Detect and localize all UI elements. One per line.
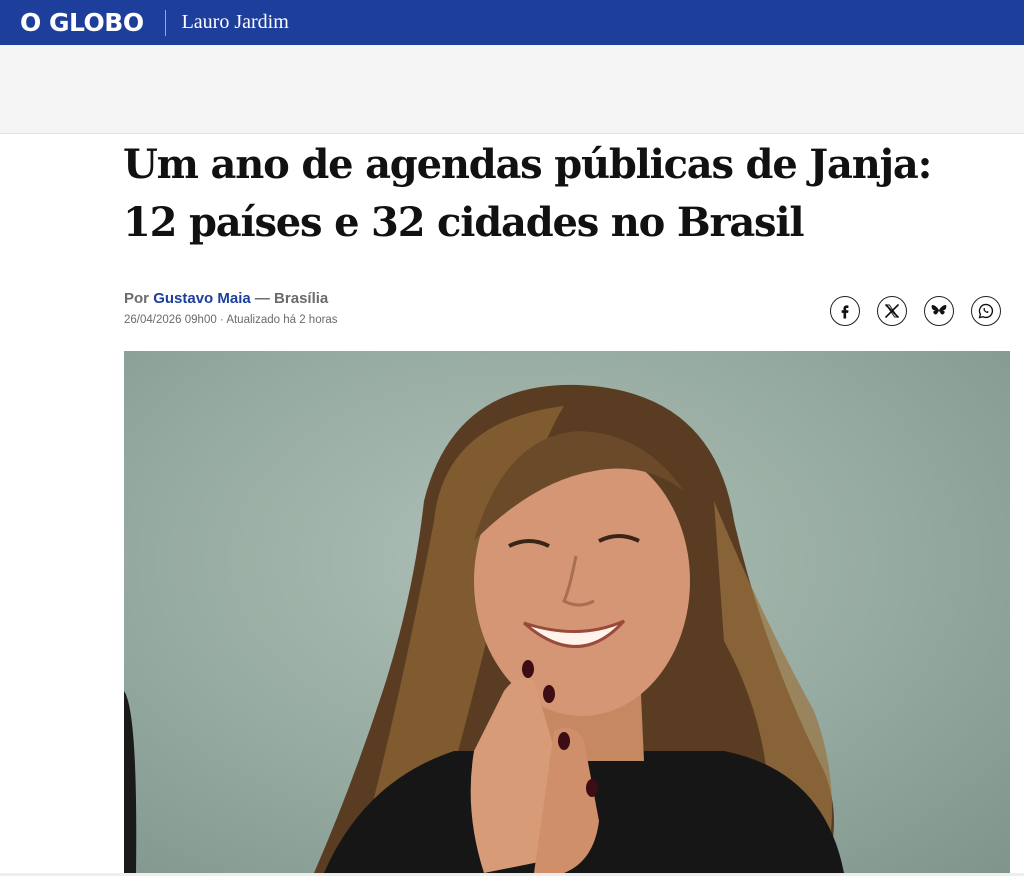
- top-nav-bar: O GLOBO Lauro Jardim: [0, 0, 1024, 45]
- hero-photo-illustration: [124, 384, 844, 873]
- article-byline: Por Gustavo Maia — Brasília: [124, 290, 328, 307]
- share-bluesky-button[interactable]: [924, 296, 954, 326]
- section-link-lauro-jardim[interactable]: Lauro Jardim: [182, 11, 289, 34]
- author-link[interactable]: Gustavo Maia: [153, 290, 251, 307]
- site-logo[interactable]: O GLOBO: [20, 8, 144, 37]
- article-headline: Um ano de agendas públicas de Janja: 12 …: [123, 141, 932, 246]
- share-whatsapp-button[interactable]: [971, 296, 1001, 326]
- bluesky-icon: [931, 305, 947, 315]
- byline-prefix: Por: [124, 290, 150, 307]
- share-x-button[interactable]: [877, 296, 907, 326]
- x-icon: [885, 304, 899, 318]
- article-dateline: 26/04/2026 09h00 · Atualizado há 2 horas: [124, 314, 338, 326]
- share-facebook-button[interactable]: [830, 296, 860, 326]
- facebook-icon: [841, 305, 849, 319]
- nav-divider: [164, 9, 166, 36]
- ad-banner-slot: [0, 45, 1024, 134]
- byline-location: — Brasília: [254, 290, 329, 307]
- article-hero-image[interactable]: [124, 351, 1010, 873]
- whatsapp-icon: [978, 303, 994, 319]
- share-bar: [830, 296, 1001, 326]
